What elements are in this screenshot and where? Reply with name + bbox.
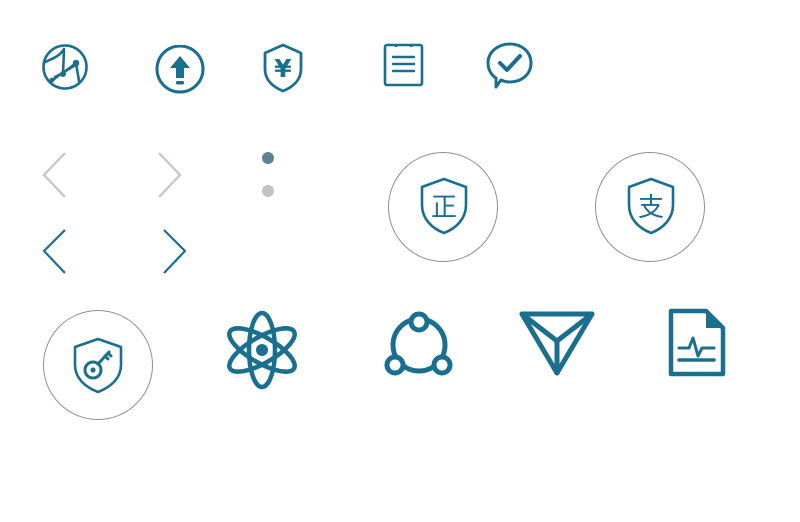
chevron-right-light-icon[interactable] <box>155 150 185 200</box>
share-nodes-icon[interactable] <box>381 310 457 380</box>
yen-glyph: ¥ <box>274 54 292 83</box>
chevron-left-dark-icon[interactable] <box>40 227 70 277</box>
shield-yen-icon: ¥ <box>263 43 303 93</box>
shield-zheng-badge: 正 <box>388 152 498 262</box>
zhi-glyph: 支 <box>638 193 664 223</box>
triangle-y-logo-icon <box>519 311 595 376</box>
shield-zhi-icon: 支 <box>627 177 675 235</box>
pagination-dot-active[interactable] <box>262 152 274 164</box>
shield-key-icon <box>73 337 123 394</box>
pagination-dot-inactive[interactable] <box>262 185 274 197</box>
chat-check-icon[interactable] <box>484 41 536 93</box>
document-pulse-icon <box>668 308 726 377</box>
shield-zhi-badge: 支 <box>595 152 705 262</box>
zheng-glyph: 正 <box>431 193 457 223</box>
shield-zheng-icon: 正 <box>420 177 468 235</box>
clipboard-list-icon <box>383 43 424 87</box>
chevron-right-dark-icon[interactable] <box>160 227 190 277</box>
shield-key-badge <box>43 310 153 420</box>
chevron-left-light-icon[interactable] <box>40 150 70 200</box>
upload-icon[interactable] <box>154 45 206 95</box>
atom-icon <box>227 310 297 390</box>
globe-network-icon <box>42 44 88 90</box>
